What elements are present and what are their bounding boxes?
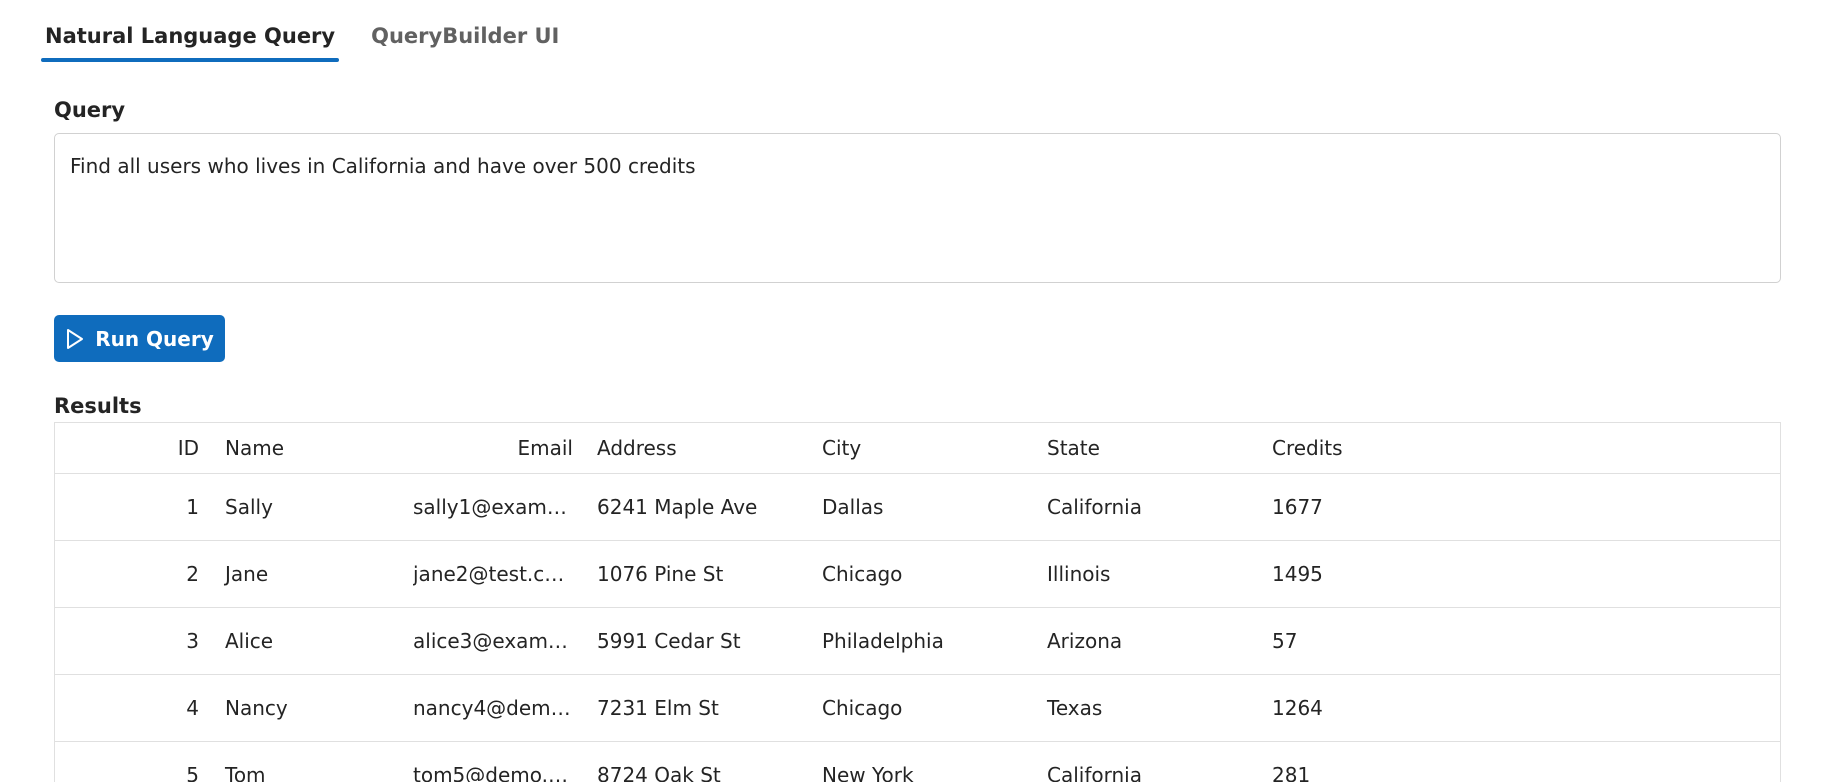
query-input[interactable]: Find all users who lives in California a… [54, 133, 1781, 283]
cell-address: 7231 Elm St [597, 695, 719, 720]
column-header-state[interactable]: State [1031, 423, 1256, 473]
cell-name: Jane [225, 561, 269, 586]
cell-email: sally1@exampl... [413, 494, 581, 519]
cell-email: tom5@demo.c... [413, 762, 579, 782]
results-label: Results [54, 394, 142, 418]
column-header-credits[interactable]: Credits [1256, 423, 1780, 473]
column-header-id[interactable]: ID [55, 423, 223, 473]
cell-credits: 1264 [1272, 695, 1323, 720]
cell-address: 1076 Pine St [597, 561, 724, 586]
cell-address: 6241 Maple Ave [597, 494, 758, 519]
cell-credits: 1495 [1272, 561, 1323, 586]
cell-id: 5 [186, 762, 199, 782]
cell-city: Dallas [822, 494, 884, 519]
column-header-city[interactable]: City [806, 423, 1031, 473]
cell-state: Arizona [1047, 628, 1123, 653]
table-row[interactable]: 2 Jane jane2@test.com 1076 Pine St Chica… [55, 540, 1780, 607]
table-row[interactable]: 5 Tom tom5@demo.c... 8724 Oak St New Yor… [55, 741, 1780, 782]
cell-city: Chicago [822, 561, 903, 586]
cell-name: Sally [225, 494, 273, 519]
cell-name: Alice [225, 628, 274, 653]
cell-credits: 1677 [1272, 494, 1323, 519]
cell-id: 2 [186, 561, 199, 586]
query-label: Query [54, 98, 126, 122]
cell-state: Illinois [1047, 561, 1111, 586]
table-header-row: ID Name Email Address City State Credits [55, 423, 1780, 473]
run-query-label: Run Query [95, 326, 214, 351]
cell-id: 3 [186, 628, 199, 653]
cell-city: Chicago [822, 695, 903, 720]
cell-id: 4 [186, 695, 199, 720]
cell-city: Philadelphia [822, 628, 944, 653]
column-header-email[interactable]: Email [413, 423, 581, 473]
cell-city: New York [822, 762, 914, 782]
cell-state: California [1047, 494, 1142, 519]
cell-address: 5991 Cedar St [597, 628, 741, 653]
cell-state: Texas [1047, 695, 1103, 720]
cell-name: Tom [225, 762, 266, 782]
column-header-name[interactable]: Name [223, 423, 413, 473]
cell-id: 1 [186, 494, 199, 519]
play-icon [67, 328, 84, 349]
cell-state: California [1047, 762, 1142, 782]
results-table: ID Name Email Address City State Credits… [54, 422, 1781, 782]
table-row[interactable]: 1 Sally sally1@exampl... 6241 Maple Ave … [55, 473, 1780, 540]
column-header-address[interactable]: Address [581, 423, 806, 473]
tab-querybuilder-ui[interactable]: QueryBuilder UI [364, 14, 566, 62]
cell-credits: 57 [1272, 628, 1298, 653]
cell-address: 8724 Oak St [597, 762, 721, 782]
cell-name: Nancy [225, 695, 288, 720]
cell-credits: 281 [1272, 762, 1311, 782]
table-row[interactable]: 3 Alice alice3@exampl... 5991 Cedar St P… [55, 607, 1780, 674]
table-row[interactable]: 4 Nancy nancy4@demo... 7231 Elm St Chica… [55, 674, 1780, 741]
tab-natural-language-query[interactable]: Natural Language Query [38, 14, 342, 62]
cell-email: jane2@test.com [413, 561, 576, 586]
tab-list: Natural Language Query QueryBuilder UI [38, 14, 588, 62]
run-query-button[interactable]: Run Query [54, 315, 225, 362]
cell-email: alice3@exampl... [413, 628, 581, 653]
cell-email: nancy4@demo... [413, 695, 581, 720]
